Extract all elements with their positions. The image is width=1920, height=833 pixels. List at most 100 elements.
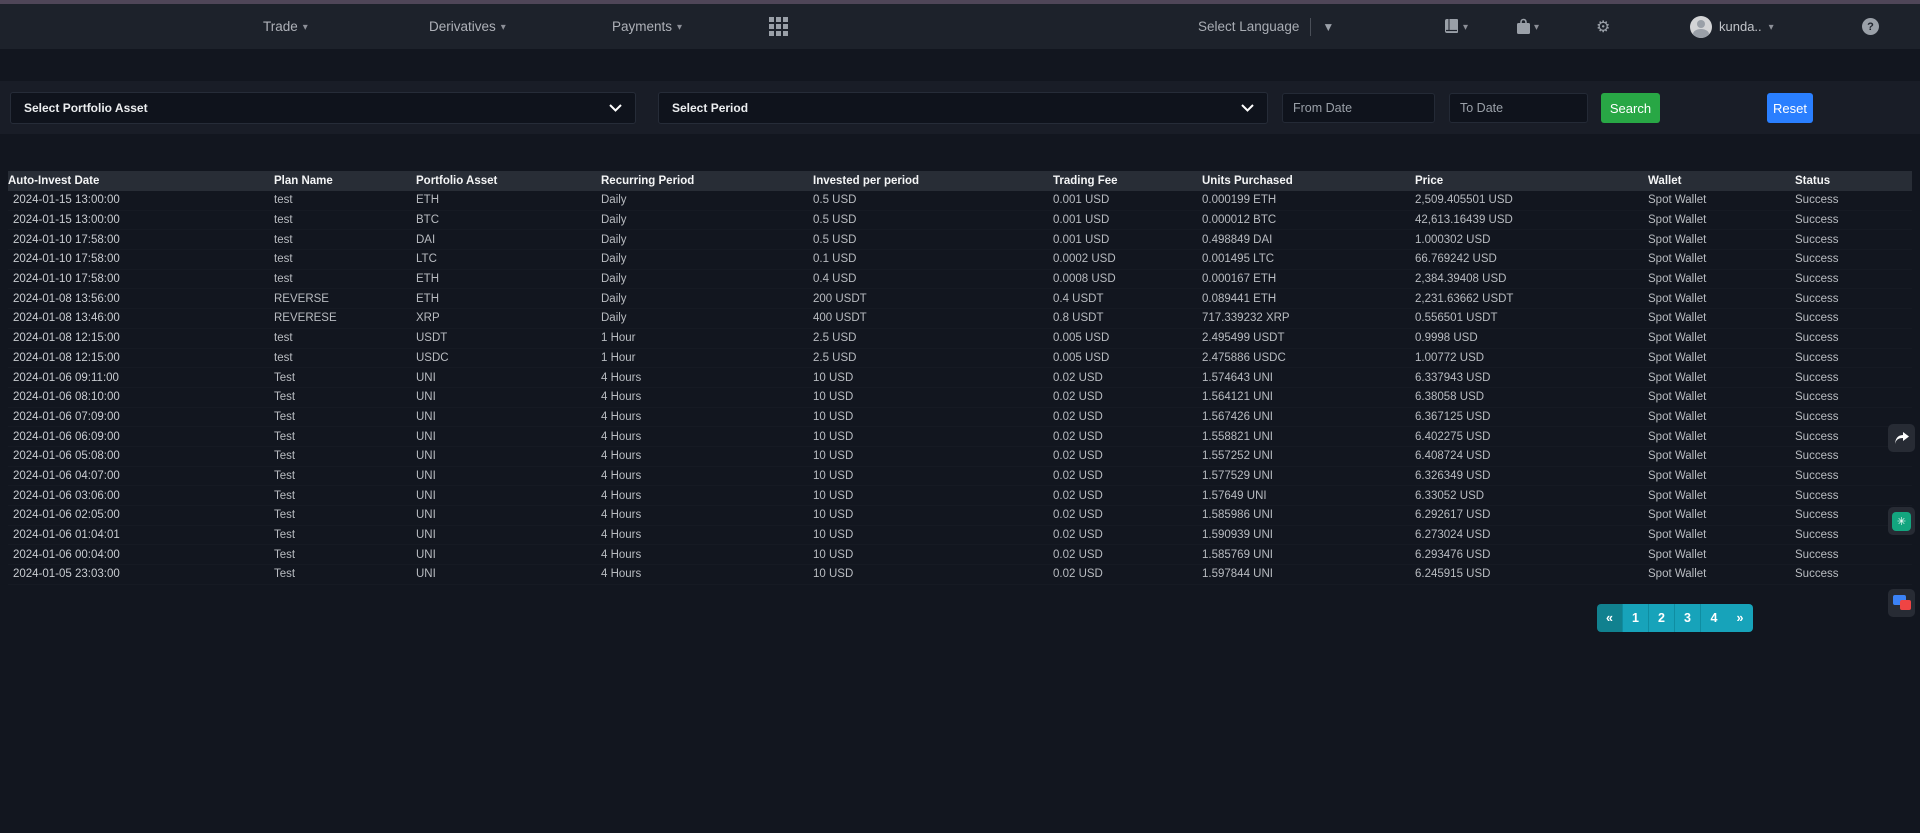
nav-menu-derivatives[interactable]: Derivatives ▾ — [429, 4, 506, 49]
table-cell: 4 Hours — [601, 411, 813, 423]
table-cell: Spot Wallet — [1648, 568, 1795, 580]
table-cell: 2024-01-06 09:11:00 — [8, 372, 274, 384]
table-cell: Daily — [601, 214, 813, 226]
table-cell: 4 Hours — [601, 372, 813, 384]
table-cell: Success — [1795, 273, 1912, 285]
table-cell: 2024-01-10 17:58:00 — [8, 234, 274, 246]
table-cell: 0.000199 ETH — [1202, 194, 1415, 206]
pagination-pages: 1234 — [1623, 604, 1727, 632]
table-cell: Success — [1795, 549, 1912, 561]
pagination-next-button[interactable]: » — [1727, 604, 1753, 632]
bag-icon — [1516, 18, 1531, 35]
help-icon[interactable]: ? — [1862, 18, 1879, 35]
table-cell: 4 Hours — [601, 549, 813, 561]
table-cell: 0.000167 ETH — [1202, 273, 1415, 285]
table-cell: ETH — [416, 273, 601, 285]
assistant-widget-button[interactable]: ✳ — [1888, 507, 1915, 535]
period-select-value: Select Period — [672, 101, 748, 115]
table-cell: Spot Wallet — [1648, 549, 1795, 561]
wallet-bag-menu[interactable]: ▾ — [1516, 4, 1539, 49]
table-cell: UNI — [416, 431, 601, 443]
table-cell: 1 Hour — [601, 332, 813, 344]
table-cell: 6.326349 USD — [1415, 470, 1648, 482]
table-cell: 1.57649 UNI — [1202, 490, 1415, 502]
nav-menu-payments[interactable]: Payments ▾ — [612, 4, 682, 49]
page-button[interactable]: 3 — [1675, 604, 1701, 632]
table-cell: 1.574643 UNI — [1202, 372, 1415, 384]
table-cell: 10 USD — [813, 450, 1053, 462]
table-cell: UNI — [416, 568, 601, 580]
table-cell: 0.02 USD — [1053, 568, 1202, 580]
table-row: 2024-01-08 13:46:00REVERESEXRPDaily400 U… — [8, 309, 1912, 329]
from-date-input[interactable] — [1282, 93, 1435, 123]
chat-widget-button[interactable] — [1888, 589, 1915, 617]
nav-menu-label: Derivatives — [429, 19, 496, 34]
table-row: 2024-01-10 17:58:00testETHDaily0.4 USD0.… — [8, 270, 1912, 290]
chevron-down-icon: ▾ — [501, 22, 506, 33]
column-header: Auto-Invest Date — [8, 175, 274, 187]
table-cell: 1.590939 UNI — [1202, 529, 1415, 541]
table-cell: 2,509.405501 USD — [1415, 194, 1648, 206]
gear-glyph: ⚙ — [1596, 17, 1610, 37]
table-cell: 2024-01-06 06:09:00 — [8, 431, 274, 443]
table-cell: 4 Hours — [601, 568, 813, 580]
table-cell: 2024-01-08 12:15:00 — [8, 332, 274, 344]
table-cell: 1.557252 UNI — [1202, 450, 1415, 462]
table-cell: UNI — [416, 372, 601, 384]
chevron-down-icon: ▾ — [303, 22, 308, 33]
table-cell: Success — [1795, 450, 1912, 462]
language-selector[interactable]: Select Language ▼ — [1198, 4, 1334, 49]
apps-grid-icon[interactable] — [769, 17, 788, 41]
table-cell: Success — [1795, 332, 1912, 344]
pagination-prev-button[interactable]: « — [1597, 604, 1623, 632]
table-cell: Spot Wallet — [1648, 234, 1795, 246]
page-button[interactable]: 4 — [1701, 604, 1727, 632]
table-cell: 4 Hours — [601, 431, 813, 443]
page-button[interactable]: 1 — [1623, 604, 1649, 632]
portfolio-asset-select[interactable]: Select Portfolio Asset — [10, 92, 636, 124]
period-select[interactable]: Select Period — [658, 92, 1268, 124]
table-cell: BTC — [416, 214, 601, 226]
table-cell: Test — [274, 470, 416, 482]
table-cell: Spot Wallet — [1648, 293, 1795, 305]
table-cell: 6.245915 USD — [1415, 568, 1648, 580]
table-cell: 4 Hours — [601, 509, 813, 521]
orders-book-menu[interactable]: ▾ — [1443, 4, 1468, 49]
table-cell: 0.498849 DAI — [1202, 234, 1415, 246]
table-cell: 10 USD — [813, 391, 1053, 403]
table-cell: 2.495499 USDT — [1202, 332, 1415, 344]
reset-button[interactable]: Reset — [1767, 93, 1813, 123]
table-row: 2024-01-06 07:09:00TestUNI4 Hours10 USD0… — [8, 408, 1912, 428]
table-cell: USDC — [416, 352, 601, 364]
nav-menu-trade[interactable]: Trade ▾ — [263, 4, 308, 49]
table-row: 2024-01-06 06:09:00TestUNI4 Hours10 USD0… — [8, 427, 1912, 447]
table-cell: test — [274, 234, 416, 246]
assistant-bot-icon: ✳ — [1892, 512, 1911, 531]
table-cell: Spot Wallet — [1648, 509, 1795, 521]
table-cell: 0.02 USD — [1053, 470, 1202, 482]
table-cell: Success — [1795, 234, 1912, 246]
chat-bubbles-icon — [1893, 595, 1911, 611]
table-cell: 4 Hours — [601, 450, 813, 462]
settings-gear-icon[interactable]: ⚙ — [1596, 4, 1610, 49]
table-cell: 6.402275 USD — [1415, 431, 1648, 443]
to-date-input[interactable] — [1449, 93, 1588, 123]
table-row: 2024-01-06 05:08:00TestUNI4 Hours10 USD0… — [8, 447, 1912, 467]
page-button[interactable]: 2 — [1649, 604, 1675, 632]
column-header: Trading Fee — [1053, 175, 1202, 187]
table-cell: 2024-01-08 12:15:00 — [8, 352, 274, 364]
table-cell: 66.769242 USD — [1415, 253, 1648, 265]
table-cell: 0.001 USD — [1053, 194, 1202, 206]
table-cell: 0.5 USD — [813, 194, 1053, 206]
table-cell: 0.4 USDT — [1053, 293, 1202, 305]
column-header: Invested per period — [813, 175, 1053, 187]
table-row: 2024-01-08 12:15:00testUSDT1 Hour2.5 USD… — [8, 329, 1912, 349]
table-cell: Spot Wallet — [1648, 253, 1795, 265]
table-cell: Spot Wallet — [1648, 450, 1795, 462]
table-cell: Test — [274, 391, 416, 403]
table-cell: Test — [274, 490, 416, 502]
user-menu[interactable]: kunda.. ▾ — [1690, 4, 1774, 49]
share-widget-button[interactable] — [1888, 424, 1915, 452]
search-button[interactable]: Search — [1601, 93, 1660, 123]
table-cell: 2.5 USD — [813, 332, 1053, 344]
